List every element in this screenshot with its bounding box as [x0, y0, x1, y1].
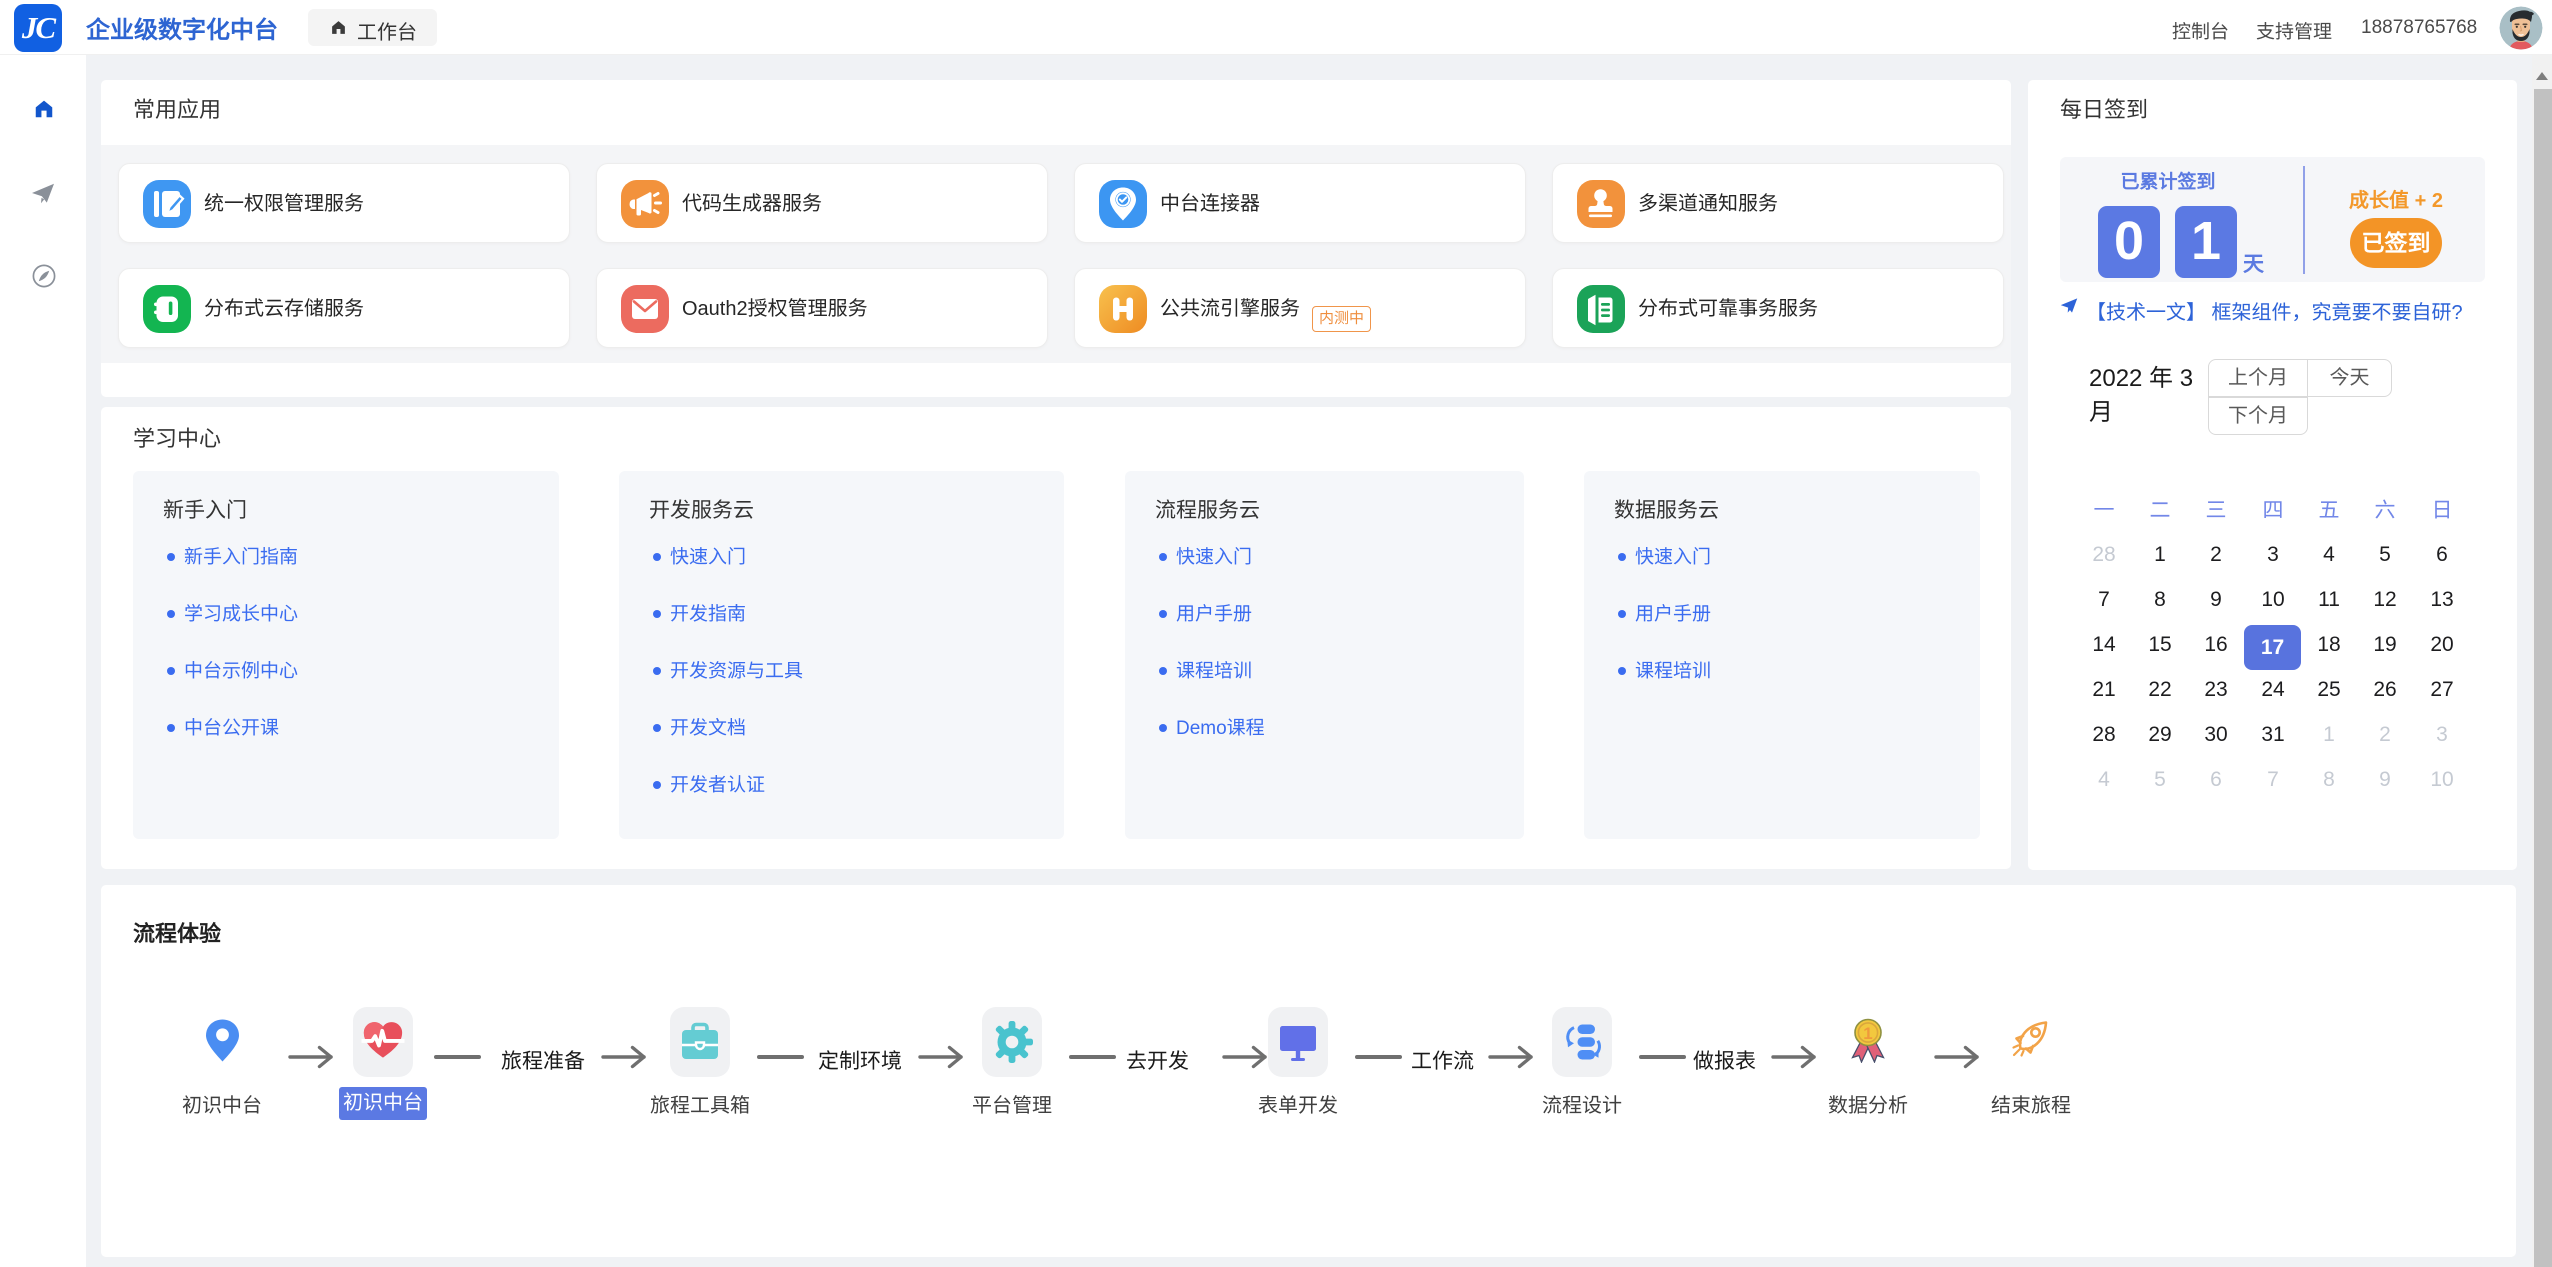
svg-text:1: 1 — [1863, 1024, 1872, 1043]
